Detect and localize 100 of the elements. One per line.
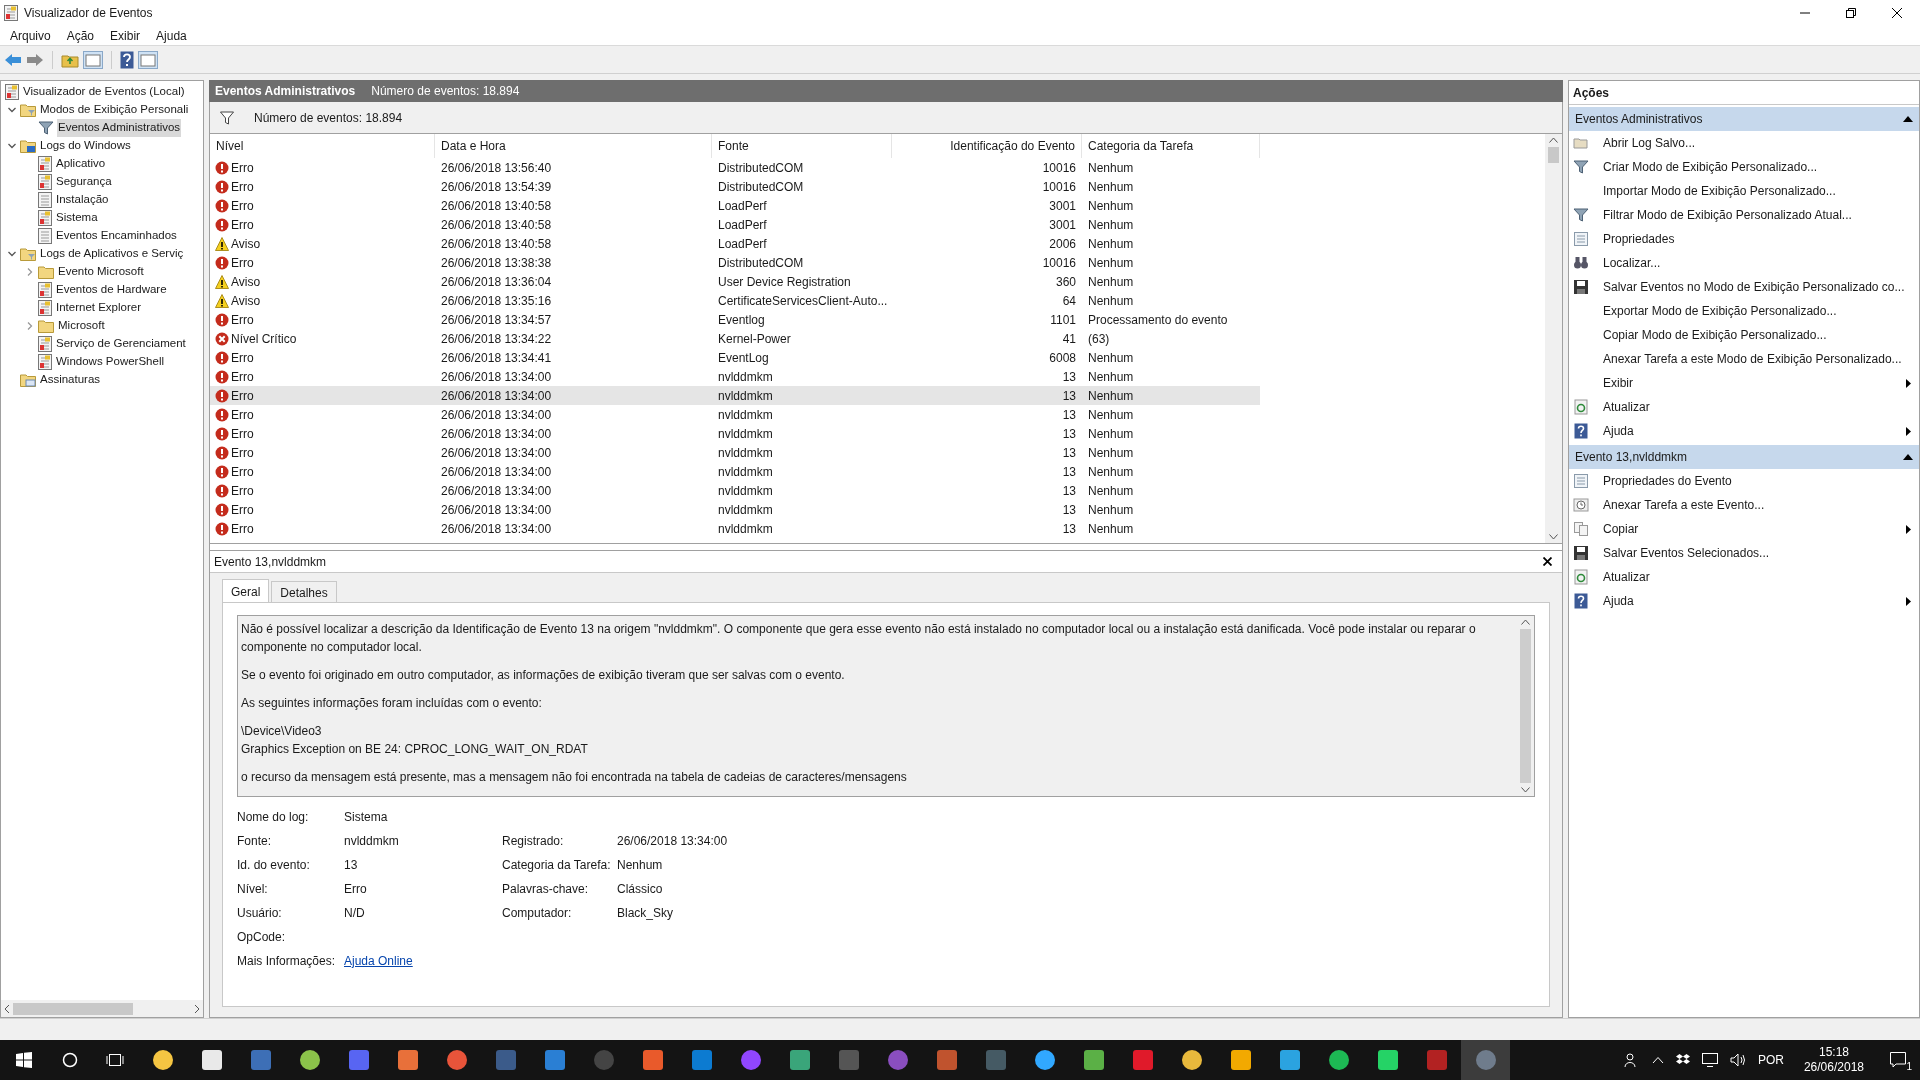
column-header[interactable]: Categoria da Tarefa <box>1082 134 1260 158</box>
action-item[interactable]: Salvar Eventos Selecionados... <box>1569 541 1919 565</box>
action-item[interactable]: Abrir Log Salvo... <box>1569 131 1919 155</box>
table-row[interactable]: Erro 26/06/2018 13:40:58 LoadPerf 3001 Nenhum <box>210 215 1260 234</box>
action-item[interactable]: Salvar Eventos no Modo de Exibição Personalizado co... <box>1569 275 1919 299</box>
action-item[interactable]: Localizar... <box>1569 251 1919 275</box>
tree-item[interactable]: Aplicativo <box>55 155 107 173</box>
tree-item[interactable]: Eventos Encaminhados <box>55 227 178 245</box>
table-row[interactable]: Nível Crítico 26/06/2018 13:34:22 Kernel-Power 41 (63) <box>210 329 1260 348</box>
tab[interactable]: Geral <box>222 579 270 602</box>
table-row[interactable]: Erro 26/06/2018 13:34:41 EventLog 6008 Nenhum <box>210 348 1260 367</box>
scroll-thumb[interactable] <box>13 1002 133 1015</box>
help-link[interactable]: Ajuda Online <box>344 954 413 968</box>
app-icon[interactable] <box>1033 1049 1056 1071</box>
scroll-up-icon[interactable] <box>1521 619 1530 625</box>
table-row[interactable]: Erro 26/06/2018 13:34:00 nvlddmkm 13 Nenhum <box>210 443 1260 462</box>
tree-item[interactable]: Visualizador de Eventos (Local) <box>22 83 186 101</box>
scroll-thumb[interactable] <box>1520 629 1531 783</box>
table-row[interactable]: Erro 26/06/2018 13:40:58 LoadPerf 3001 Nenhum <box>210 196 1260 215</box>
scroll-thumb[interactable] <box>1548 147 1559 163</box>
tree-item[interactable]: Serviço de Gerenciament <box>55 335 187 353</box>
menu-item[interactable]: Arquivo <box>4 26 57 45</box>
action-item[interactable]: Anexar Tarefa a este Modo de Exibição Personalizado... <box>1569 347 1919 371</box>
volume-icon[interactable] <box>1729 1053 1746 1067</box>
menu-item[interactable]: Ação <box>60 26 101 45</box>
action-item[interactable]: Exportar Modo de Exibição Personalizado... <box>1569 299 1919 323</box>
scroll-down-icon[interactable] <box>1521 787 1530 793</box>
tree-item[interactable]: Segurança <box>55 173 113 191</box>
help-icon[interactable] <box>120 50 134 69</box>
tree-item[interactable]: Internet Explorer <box>55 299 142 317</box>
scroll-left-icon[interactable] <box>3 1004 11 1013</box>
chevron-down-icon[interactable] <box>7 249 17 259</box>
tree-item[interactable]: Eventos de Hardware <box>55 281 168 299</box>
app-icon[interactable] <box>200 1049 223 1071</box>
app-icon[interactable] <box>1229 1049 1252 1071</box>
app-icon[interactable] <box>396 1049 419 1071</box>
action-item[interactable]: Atualizar <box>1569 395 1919 419</box>
tree-item[interactable]: Sistema <box>55 209 99 227</box>
table-row[interactable]: Erro 26/06/2018 13:34:00 nvlddmkm 13 Nenhum <box>210 500 1260 519</box>
tree-item[interactable]: Assinaturas <box>39 371 102 389</box>
tree-item[interactable]: Evento Microsoft <box>57 263 145 281</box>
task-view-icon[interactable] <box>106 1052 124 1068</box>
app-icon[interactable] <box>788 1049 811 1071</box>
horizontal-scrollbar[interactable] <box>1 1000 203 1017</box>
table-row[interactable]: Erro 26/06/2018 13:34:00 nvlddmkm 13 Nenhum <box>210 386 1260 405</box>
scroll-down-icon[interactable] <box>1549 534 1558 540</box>
column-header[interactable]: Data e Hora <box>435 134 712 158</box>
action-item[interactable]: Filtrar Modo de Exibição Personalizado Atual... <box>1569 203 1919 227</box>
action-item[interactable]: Atualizar <box>1569 565 1919 589</box>
scroll-right-icon[interactable] <box>193 1004 201 1013</box>
app-icon[interactable] <box>298 1049 321 1071</box>
action-item[interactable]: Exibir <box>1569 371 1919 395</box>
vertical-scrollbar[interactable] <box>1545 134 1562 543</box>
windows-logo-icon[interactable] <box>16 1052 32 1068</box>
table-row[interactable]: Erro 26/06/2018 13:34:00 nvlddmkm 13 Nenhum <box>210 405 1260 424</box>
notifications-icon[interactable] <box>1890 1052 1906 1068</box>
table-row[interactable]: Erro 26/06/2018 13:34:00 nvlddmkm 13 Nenhum <box>210 462 1260 481</box>
tree-item[interactable]: Modos de Exibição Personali <box>39 101 190 119</box>
language-indicator[interactable]: POR <box>1757 1051 1784 1069</box>
action-item[interactable]: Anexar Tarefa a este Evento... <box>1569 493 1919 517</box>
table-row[interactable]: Aviso 26/06/2018 13:35:16 CertificateServicesClient-Auto... 64 Nenhum <box>210 291 1260 310</box>
menu-item[interactable]: Ajuda <box>150 26 193 45</box>
tab[interactable]: Detalhes <box>271 581 337 602</box>
column-header[interactable]: Fonte <box>712 134 892 158</box>
chevron-down-icon[interactable] <box>7 105 17 115</box>
action-item[interactable]: Propriedades <box>1569 227 1919 251</box>
column-header[interactable]: Nível <box>210 134 435 158</box>
tree-item[interactable]: Logs de Aplicativos e Serviç <box>39 245 185 263</box>
app-icon[interactable] <box>1376 1049 1399 1071</box>
table-row[interactable]: Erro 26/06/2018 13:54:39 DistributedCOM 10016 Nenhum <box>210 177 1260 196</box>
app-icon[interactable] <box>1180 1049 1203 1071</box>
tree-item[interactable]: Eventos Administrativos <box>57 119 182 137</box>
collapse-triangle-icon[interactable] <box>1903 116 1913 122</box>
menu-item[interactable]: Exibir <box>104 26 147 45</box>
search-icon[interactable] <box>62 1052 78 1068</box>
app-icon[interactable] <box>1327 1049 1350 1071</box>
chevron-up-icon[interactable] <box>1651 1056 1664 1064</box>
table-row[interactable]: Erro 26/06/2018 13:34:00 nvlddmkm 13 Nenhum <box>210 481 1260 500</box>
app-icon[interactable] <box>151 1049 174 1071</box>
app-icon[interactable] <box>1082 1049 1105 1071</box>
action-item[interactable]: Ajuda <box>1569 589 1919 613</box>
tree-item[interactable]: Windows PowerShell <box>55 353 165 371</box>
collapse-triangle-icon[interactable] <box>1903 454 1913 460</box>
section-header[interactable]: Evento 13,nvlddmkm <box>1569 445 1919 469</box>
action-item[interactable]: Ajuda <box>1569 419 1919 443</box>
action-item[interactable]: Criar Modo de Exibição Personalizado... <box>1569 155 1919 179</box>
action-item[interactable]: Propriedades do Evento <box>1569 469 1919 493</box>
table-row[interactable]: Erro 26/06/2018 13:38:38 DistributedCOM 10016 Nenhum <box>210 253 1260 272</box>
section-header[interactable]: Eventos Administrativos <box>1569 107 1919 131</box>
table-row[interactable]: Erro 26/06/2018 13:34:00 nvlddmkm 13 Nenhum <box>210 424 1260 443</box>
column-header[interactable]: Identificação do Evento <box>892 134 1082 158</box>
back-arrow-icon[interactable] <box>4 52 22 67</box>
table-row[interactable]: Aviso 26/06/2018 13:40:58 LoadPerf 2006 Nenhum <box>210 234 1260 253</box>
tree-item[interactable]: Instalação <box>55 191 110 209</box>
table-row[interactable]: Erro 26/06/2018 13:56:40 DistributedCOM 10016 Nenhum <box>210 158 1260 177</box>
forward-arrow-icon[interactable] <box>26 52 44 67</box>
table-row[interactable]: Erro 26/06/2018 13:34:00 nvlddmkm 13 Nenhum <box>210 519 1260 538</box>
close-icon[interactable] <box>1543 557 1552 566</box>
table-row[interactable]: Aviso 26/06/2018 13:36:04 User Device Registration 360 Nenhum <box>210 272 1260 291</box>
app-icon[interactable] <box>1278 1049 1301 1071</box>
